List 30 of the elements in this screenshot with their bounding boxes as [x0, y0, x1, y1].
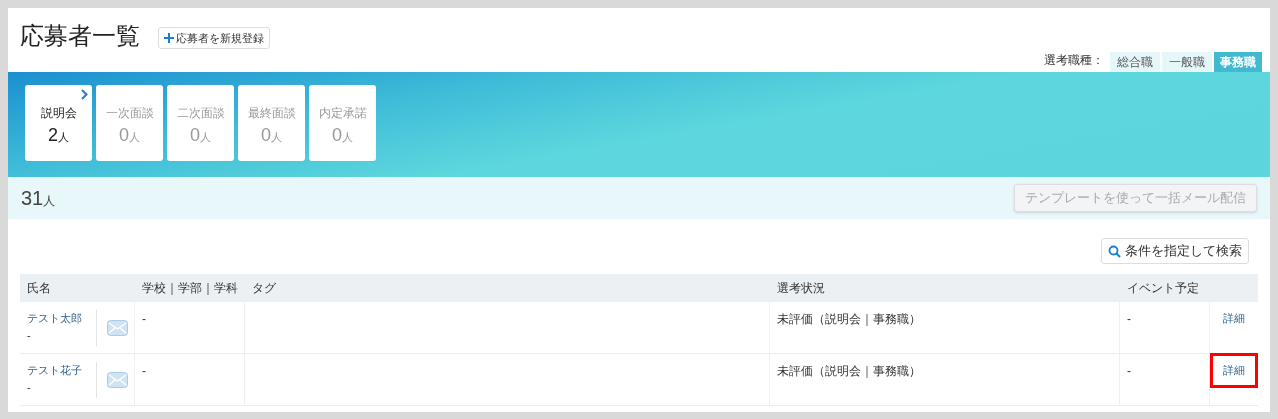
applicant-name-link[interactable]: テスト花子 — [27, 362, 96, 379]
column-header: 学校｜学部｜学科 — [135, 274, 245, 302]
table-cell: - — [1120, 354, 1210, 406]
search-icon — [1108, 244, 1121, 258]
column-header: イベント予定 — [1120, 274, 1210, 302]
table-cell-text: - — [27, 379, 32, 395]
table-cell-text: - — [27, 327, 32, 343]
job-type-label: 選考職種： — [1044, 52, 1104, 69]
column-header: 氏名 — [20, 274, 135, 302]
table-cell: - — [135, 302, 245, 354]
job-type-tab[interactable]: 一般職 — [1162, 52, 1212, 72]
envelope-icon[interactable] — [107, 320, 128, 336]
table-cell: - — [1120, 302, 1210, 354]
envelope-icon[interactable] — [107, 372, 128, 388]
page-title: 応募者一覧 — [20, 21, 140, 51]
table-cell: 未評価（説明会｜事務職） — [770, 354, 1120, 406]
add-applicant-button[interactable]: 応募者を新規登録 — [158, 27, 270, 49]
chevron-right-icon — [81, 89, 88, 100]
table-cell: - — [135, 354, 245, 406]
column-header: 選考状況 — [770, 274, 1120, 302]
search-button[interactable]: 条件を指定して検索 — [1101, 238, 1249, 264]
column-header: タグ — [245, 274, 770, 302]
job-type-tab[interactable]: 総合職 — [1110, 52, 1160, 72]
detail-link[interactable]: 詳細 — [1213, 356, 1255, 385]
table-cell: 未評価（説明会｜事務職） — [770, 302, 1120, 354]
stage-card[interactable]: 説明会 2人 — [25, 85, 92, 161]
plus-icon — [164, 33, 174, 43]
applicant-name-link[interactable]: テスト太郎 — [27, 310, 96, 327]
applicant-count: 31人 — [21, 186, 56, 211]
detail-link[interactable]: 詳細 — [1223, 310, 1245, 327]
